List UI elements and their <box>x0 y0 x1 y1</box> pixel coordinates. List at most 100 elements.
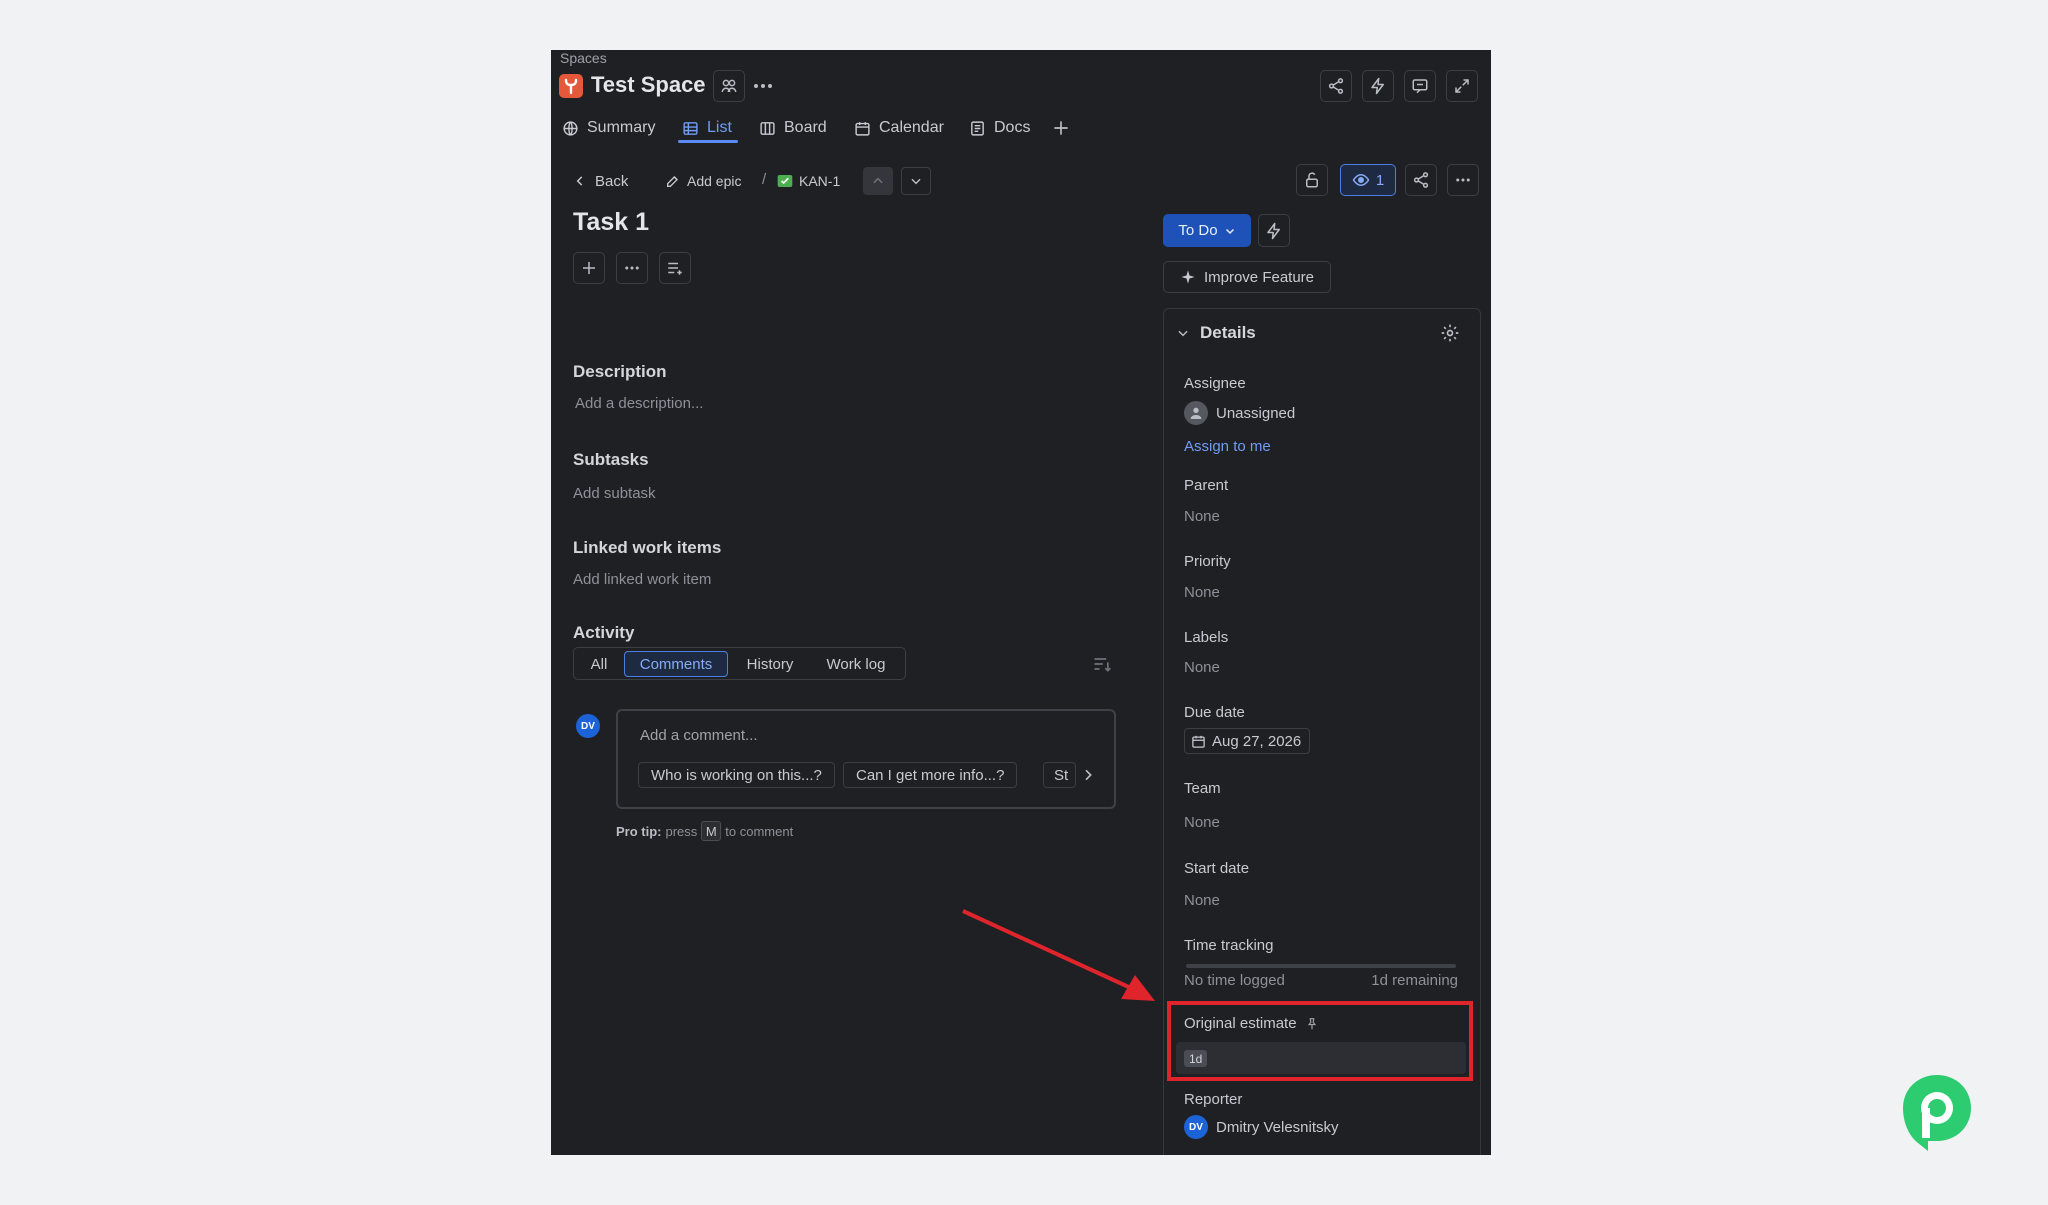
expand-icon <box>1453 77 1471 95</box>
assignee-field[interactable]: Unassigned <box>1184 401 1295 425</box>
chevron-down-icon <box>1224 225 1236 237</box>
details-toggle[interactable]: Details <box>1176 323 1256 343</box>
improve-feature-label: Improve Feature <box>1203 268 1315 286</box>
share-issue-button[interactable] <box>1405 164 1437 196</box>
activity-tab-all[interactable]: All <box>580 651 618 677</box>
chevron-down-icon <box>909 174 923 188</box>
share-space-button[interactable] <box>1320 70 1352 102</box>
labels-value[interactable]: None <box>1184 659 1220 676</box>
add-tab-icon[interactable] <box>1051 118 1071 138</box>
unlock-icon <box>1303 171 1321 189</box>
priority-value[interactable]: None <box>1184 584 1220 601</box>
feedback-button[interactable] <box>1404 70 1436 102</box>
comment-box[interactable]: Add a comment... Who is working on this.… <box>616 709 1116 809</box>
people-icon <box>720 77 738 95</box>
due-date-field[interactable]: Aug 27, 2026 <box>1184 728 1311 754</box>
add-subtask-button[interactable]: Add subtask <box>573 485 656 502</box>
tab-label: Summary <box>587 119 656 136</box>
brand-logo-icon <box>1903 1075 1971 1151</box>
tab-summary[interactable]: Summary <box>562 112 655 144</box>
assignee-label: Assignee <box>1184 375 1246 392</box>
comment-input[interactable]: Add a comment... <box>640 727 758 744</box>
comment-suggestion-chip[interactable]: St <box>1043 762 1076 788</box>
breadcrumb-separator: / <box>762 171 767 188</box>
list-icon <box>682 120 699 137</box>
space-members-button[interactable] <box>713 70 745 102</box>
activity-tab-work-log[interactable]: Work log <box>812 651 900 677</box>
user-avatar: DV <box>576 714 600 738</box>
chevron-right-icon[interactable] <box>1080 767 1096 783</box>
next-issue-button[interactable] <box>901 167 931 195</box>
linked-work-items-title: Linked work items <box>573 538 722 557</box>
tab-label: Calendar <box>879 119 944 136</box>
sort-icon[interactable] <box>1092 654 1112 674</box>
more-icon <box>1454 171 1472 189</box>
docs-icon <box>969 120 986 137</box>
add-linked-work-item-button[interactable]: Add linked work item <box>573 571 711 588</box>
team-label: Team <box>1184 780 1221 797</box>
highlight-box <box>1167 1001 1473 1081</box>
tab-board[interactable]: Board <box>759 112 827 144</box>
share-icon <box>1412 171 1430 189</box>
pro-tip-press: press <box>665 823 698 839</box>
time-tracking-bar[interactable] <box>1186 964 1456 968</box>
start-date-value[interactable]: None <box>1184 892 1220 909</box>
time-logged: No time logged <box>1184 972 1285 989</box>
add-checklist-button[interactable] <box>659 252 691 284</box>
watch-count: 1 <box>1375 171 1385 189</box>
time-tracking-label: Time tracking <box>1184 937 1274 954</box>
reporter-name: Dmitry Velesnitsky <box>1216 1118 1339 1136</box>
previous-issue-button[interactable] <box>863 167 893 195</box>
eye-icon <box>1352 171 1370 189</box>
tab-calendar[interactable]: Calendar <box>854 112 944 144</box>
share-icon <box>1327 77 1345 95</box>
list-add-icon <box>666 259 684 277</box>
issue-key-link[interactable]: KAN-1 <box>777 170 840 192</box>
fullscreen-button[interactable] <box>1446 70 1478 102</box>
space-more-icon[interactable] <box>751 74 775 98</box>
breadcrumb[interactable]: Spaces <box>560 50 607 66</box>
add-epic-label: Add epic <box>687 173 742 189</box>
automation-button[interactable] <box>1362 70 1394 102</box>
reporter-avatar: DV <box>1184 1115 1208 1139</box>
description-input[interactable]: Add a description... <box>575 395 703 412</box>
add-child-button[interactable] <box>573 252 605 284</box>
task-title[interactable]: Task 1 <box>573 208 649 237</box>
improve-feature-button[interactable]: Improve Feature <box>1163 261 1331 293</box>
space-icon <box>559 74 583 98</box>
annotation-arrow <box>962 909 1155 1001</box>
reporter-field[interactable]: DV Dmitry Velesnitsky <box>1184 1115 1339 1139</box>
issue-key: KAN-1 <box>799 173 841 189</box>
restrictions-button[interactable] <box>1296 164 1328 196</box>
chevron-up-icon <box>871 174 885 188</box>
comment-suggestion-chip[interactable]: Who is working on this...? <box>638 762 835 788</box>
plus-icon <box>580 259 598 277</box>
comment-suggestion-chip[interactable]: Can I get more info...? <box>843 762 1018 788</box>
team-value[interactable]: None <box>1184 814 1220 831</box>
globe-icon <box>562 120 579 137</box>
activity-tab-comments[interactable]: Comments <box>624 651 728 677</box>
keyboard-key: M <box>701 821 722 841</box>
chevron-down-icon <box>1176 326 1190 340</box>
parent-value[interactable]: None <box>1184 508 1220 525</box>
tab-label: List <box>707 119 732 136</box>
assign-to-me-link[interactable]: Assign to me <box>1184 438 1271 455</box>
status-dropdown[interactable]: To Do <box>1163 214 1251 247</box>
tab-docs[interactable]: Docs <box>969 112 1030 144</box>
activity-tab-history[interactable]: History <box>734 651 806 677</box>
time-remaining: 1d remaining <box>1371 972 1458 989</box>
issue-more-button[interactable] <box>1447 164 1479 196</box>
tab-label: Docs <box>994 119 1031 136</box>
task-actions-button[interactable] <box>616 252 648 284</box>
task-type-icon <box>777 174 793 188</box>
gear-icon[interactable] <box>1440 323 1460 343</box>
calendar-icon <box>854 120 871 137</box>
watch-button[interactable]: 1 <box>1340 164 1396 196</box>
add-epic-button[interactable]: Add epic <box>665 170 741 192</box>
status-automation-button[interactable] <box>1258 214 1290 247</box>
back-button[interactable]: Back <box>573 170 628 192</box>
unassigned-avatar-icon <box>1184 401 1208 425</box>
description-title: Description <box>573 362 667 381</box>
lightning-icon <box>1369 77 1387 95</box>
status-label: To Do <box>1178 222 1218 239</box>
